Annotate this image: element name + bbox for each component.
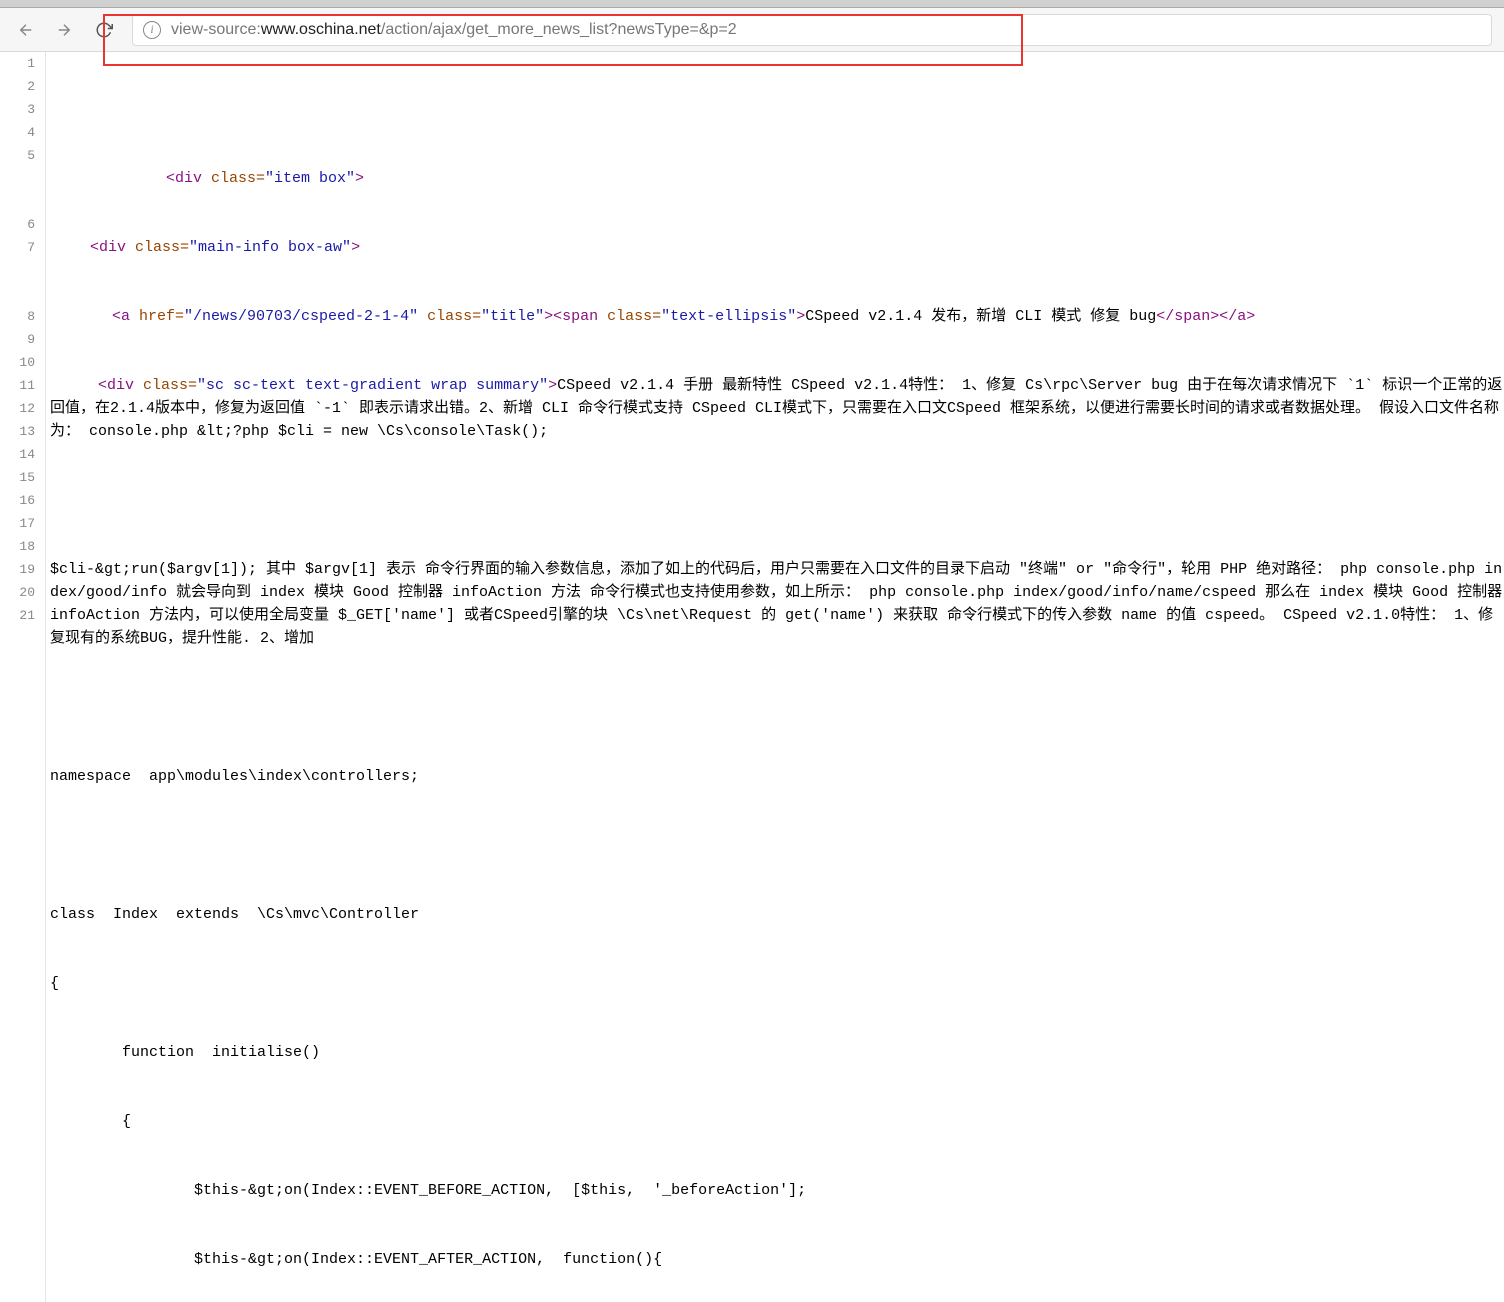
line-number: 14 <box>0 443 35 466</box>
line-number: 5 <box>0 144 35 213</box>
code-line: $this-&gt;on(Index::EVENT_AFTER_ACTION, … <box>50 1248 1504 1271</box>
code-line: { <box>50 1110 1504 1133</box>
line-number: 15 <box>0 466 35 489</box>
arrow-left-icon <box>17 21 35 39</box>
code-line: class Index extends \Cs\mvc\Controller <box>50 903 1504 926</box>
line-number: 4 <box>0 121 35 144</box>
code-line: <div class="item box"> <box>50 167 1504 190</box>
back-button[interactable] <box>12 16 40 44</box>
code-line: $cli-&gt;run($argv[1]); 其中 $argv[1] 表示 命… <box>50 558 1504 650</box>
line-number: 21 <box>0 604 35 627</box>
line-number: 13 <box>0 420 35 443</box>
code-line <box>50 489 1504 512</box>
reload-icon <box>95 21 113 39</box>
line-number: 11 <box>0 374 35 397</box>
browser-toolbar: i view-source:www.oschina.net/action/aja… <box>0 8 1504 52</box>
code-line <box>50 98 1504 121</box>
line-number: 18 <box>0 535 35 558</box>
line-number: 1 <box>0 52 35 75</box>
view-source-pane: 1 2 3 4 5 6 7 8 9 10 11 12 13 14 15 16 1… <box>0 52 1504 1302</box>
forward-button[interactable] <box>50 16 78 44</box>
code-line <box>50 834 1504 857</box>
code-line: <a href="/news/90703/cspeed-2-1-4" class… <box>50 305 1504 328</box>
url-path: /action/ajax/get_more_news_list?newsType… <box>381 21 737 38</box>
code-line: function initialise() <box>50 1041 1504 1064</box>
line-number: 20 <box>0 581 35 604</box>
address-bar[interactable]: i view-source:www.oschina.net/action/aja… <box>132 14 1492 46</box>
line-number: 9 <box>0 328 35 351</box>
code-line: <div class="main-info box-aw"> <box>50 236 1504 259</box>
line-number: 16 <box>0 489 35 512</box>
reload-button[interactable] <box>92 18 116 42</box>
url-text: view-source:www.oschina.net/action/ajax/… <box>171 21 737 39</box>
code-line: <div class="sc sc-text text-gradient wra… <box>50 374 1504 443</box>
line-number: 3 <box>0 98 35 121</box>
arrow-right-icon <box>55 21 73 39</box>
source-code[interactable]: <div class="item box"> <div class="main-… <box>46 52 1504 1302</box>
line-number: 17 <box>0 512 35 535</box>
code-line: namespace app\modules\index\controllers; <box>50 765 1504 788</box>
url-prefix: view-source: <box>171 21 261 38</box>
line-number-gutter: 1 2 3 4 5 6 7 8 9 10 11 12 13 14 15 16 1… <box>0 52 46 1302</box>
url-domain: www.oschina.net <box>261 21 381 38</box>
code-line: { <box>50 972 1504 995</box>
line-number: 8 <box>0 305 35 328</box>
tabs-strip <box>0 0 1504 8</box>
line-number: 10 <box>0 351 35 374</box>
line-number: 6 <box>0 213 35 236</box>
line-number: 12 <box>0 397 35 420</box>
line-number: 7 <box>0 236 35 305</box>
code-line <box>50 696 1504 719</box>
line-number: 2 <box>0 75 35 98</box>
line-number: 19 <box>0 558 35 581</box>
code-line: $this-&gt;on(Index::EVENT_BEFORE_ACTION,… <box>50 1179 1504 1202</box>
site-info-icon[interactable]: i <box>143 21 161 39</box>
